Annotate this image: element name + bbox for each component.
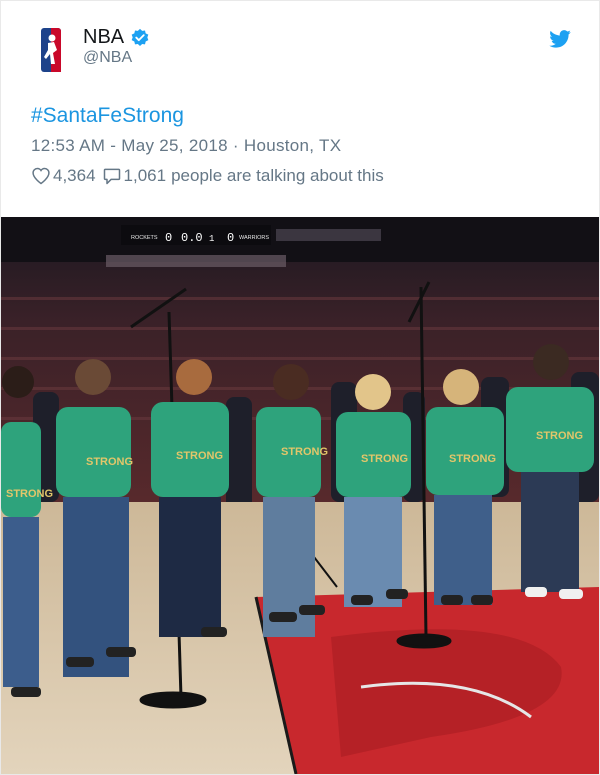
scoreboard-away-team: WARRIORS bbox=[239, 235, 269, 241]
meta-separator-dot: · bbox=[227, 136, 244, 155]
talking-text[interactable]: people are talking about this bbox=[171, 166, 384, 186]
reply-count: 1,061 bbox=[123, 166, 167, 185]
tweet-time[interactable]: 12:53 AM bbox=[31, 136, 105, 155]
author-row: NBA bbox=[83, 26, 150, 49]
scoreboard-clock: 0.0 bbox=[181, 231, 203, 245]
tweet-stats: 4,364 1,061 people are talking about thi… bbox=[31, 166, 384, 186]
verified-badge-icon bbox=[131, 28, 149, 46]
tweet-date[interactable]: May 25, 2018 bbox=[121, 136, 228, 155]
scoreboard-period: 1 bbox=[209, 234, 214, 244]
twitter-bird-icon[interactable] bbox=[549, 30, 571, 48]
meta-separator-dash: - bbox=[105, 136, 122, 155]
reply-bubble-icon[interactable] bbox=[102, 166, 122, 186]
shirt-text-1: STRONG bbox=[6, 488, 53, 500]
scoreboard-home-score: 0 bbox=[165, 231, 172, 245]
shirt-text-4: STRONG bbox=[281, 446, 328, 458]
shirt-text-2: STRONG bbox=[86, 456, 133, 468]
tweet-header: NBA @NBA #SantaFeStrong 12:53 AM - May 2… bbox=[1, 1, 599, 217]
shirt-text-5: STRONG bbox=[361, 453, 408, 465]
tweet-card: NBA @NBA #SantaFeStrong 12:53 AM - May 2… bbox=[1, 1, 599, 774]
author-handle[interactable]: @NBA bbox=[83, 49, 132, 67]
scoreboard-away-score: 0 bbox=[227, 231, 234, 245]
scoreboard: ROCKETS 0 0.0 1 0 WARRIORS bbox=[121, 225, 271, 245]
shirt-text-6: STRONG bbox=[449, 453, 496, 465]
tweet-photo[interactable]: ROCKETS 0 0.0 1 0 WARRIORS STRONG STRONG… bbox=[1, 217, 599, 774]
author-name[interactable]: NBA bbox=[83, 26, 124, 49]
tweet-meta: 12:53 AM - May 25, 2018 · Houston, TX bbox=[31, 136, 341, 156]
scoreboard-home-team: ROCKETS bbox=[131, 235, 158, 241]
tweet-location[interactable]: Houston, TX bbox=[244, 136, 341, 155]
shirt-text-7: STRONG bbox=[536, 430, 583, 442]
heart-icon[interactable] bbox=[31, 166, 51, 186]
like-count: 4,364 bbox=[53, 166, 96, 185]
shirt-text-3: STRONG bbox=[176, 450, 223, 462]
nba-logo-icon[interactable] bbox=[31, 26, 71, 76]
hashtag-link[interactable]: #SantaFeStrong bbox=[31, 104, 184, 128]
arena-scene: ROCKETS 0 0.0 1 0 WARRIORS STRONG STRONG… bbox=[1, 217, 599, 774]
